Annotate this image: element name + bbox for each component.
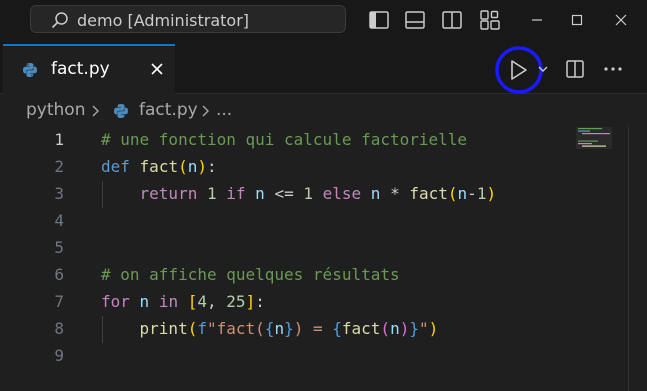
breadcrumb: python fact.py ...: [0, 95, 647, 127]
close-icon[interactable]: [609, 8, 633, 32]
run-python-file-icon: [511, 60, 527, 80]
bracket: ): [197, 157, 207, 176]
keyword: for: [101, 292, 130, 311]
chevron-down-icon[interactable]: [536, 58, 550, 80]
parameter: n: [187, 157, 198, 176]
line-number: 4: [54, 211, 64, 230]
bracket: (: [447, 184, 458, 203]
vertical-scrollbar[interactable]: [628, 127, 629, 391]
variable: n: [390, 319, 400, 338]
line-number: 6: [54, 265, 64, 284]
string-prefix: f: [197, 319, 207, 338]
customize-layout-icon[interactable]: [479, 9, 501, 31]
string: ": [206, 319, 217, 338]
function-call: print: [139, 319, 188, 338]
line-number: 3: [54, 184, 64, 203]
split-editor-icon[interactable]: [564, 58, 586, 80]
punctuation: ,: [207, 292, 217, 311]
brace: {: [332, 319, 342, 338]
toggle-primary-sidebar-icon[interactable]: [368, 9, 390, 31]
line-number: 1: [54, 130, 64, 149]
close-tab-icon[interactable]: [148, 60, 166, 78]
line-number: 8: [54, 319, 64, 338]
variable: n: [274, 319, 285, 338]
code-line: # on affiche quelques résultats: [101, 265, 400, 284]
line-number: 5: [54, 238, 64, 257]
operator: *: [390, 184, 400, 203]
bracket: [: [187, 292, 198, 311]
punctuation: :: [255, 292, 265, 311]
function-call: fact: [341, 319, 381, 338]
keyword: if: [226, 184, 246, 203]
title-bar: demo [Administrator]: [0, 0, 647, 40]
code-editor[interactable]: 1 2 3 4 5 6 7 8 9 # une fonction qui cal…: [0, 127, 647, 391]
brace: {: [264, 319, 275, 338]
comment: # une fonction qui calcule factorielle: [101, 130, 468, 149]
bracket: (: [380, 319, 391, 338]
variable: n: [255, 184, 265, 203]
keyword: else: [322, 184, 362, 203]
breadcrumb-folder[interactable]: python: [26, 100, 85, 120]
brace: }: [409, 319, 419, 338]
brace: }: [284, 319, 294, 338]
breadcrumb-symbol[interactable]: ...: [216, 100, 232, 120]
code-line: print(f"fact({n}) = {fact(n)}"): [101, 319, 439, 338]
chevron-right-icon: [202, 105, 209, 117]
tab-fact-py[interactable]: fact.py: [3, 44, 175, 94]
bracket: (: [178, 157, 188, 176]
line-number: 7: [54, 292, 64, 311]
bracket: ): [399, 319, 410, 338]
maximize-icon[interactable]: [565, 8, 589, 32]
line-number: 2: [54, 157, 64, 176]
chevron-right-icon: [92, 105, 99, 117]
code-line: return 1 if n <= 1 else n * fact(n-1): [101, 184, 497, 203]
keyword: return: [139, 184, 198, 203]
bracket: ): [486, 184, 497, 203]
function-name: fact: [139, 157, 179, 176]
operator: -: [467, 184, 477, 203]
toggle-secondary-sidebar-icon[interactable]: [441, 9, 463, 31]
variable: n: [139, 292, 150, 311]
bracket: ): [428, 319, 439, 338]
string: ": [418, 319, 429, 338]
number: 1: [476, 184, 487, 203]
breadcrumb-file[interactable]: fact.py: [139, 100, 198, 120]
variable: n: [457, 184, 468, 203]
tab-label: fact.py: [51, 59, 110, 79]
toggle-panel-icon[interactable]: [404, 9, 426, 31]
string: ) =: [293, 319, 333, 338]
comment: # on affiche quelques résultats: [101, 265, 400, 284]
bracket: ]: [245, 292, 256, 311]
number: 25: [226, 292, 246, 311]
keyword: in: [158, 292, 179, 311]
python-icon: [114, 104, 128, 118]
number: 1: [303, 184, 313, 203]
bracket: (: [187, 319, 198, 338]
code-line: def fact(n):: [101, 157, 217, 176]
string: fact(: [216, 319, 265, 338]
number: 4: [197, 292, 208, 311]
python-icon: [23, 63, 37, 77]
line-number: 9: [54, 346, 64, 365]
operator: <=: [274, 184, 294, 203]
code-line: # une fonction qui calcule factorielle: [101, 130, 467, 149]
command-center-search[interactable]: demo [Administrator]: [30, 5, 346, 33]
function-call: fact: [409, 184, 448, 203]
minimize-icon[interactable]: [525, 8, 549, 32]
highlight-circle: [495, 46, 543, 94]
code-line: for n in [4, 25]:: [101, 292, 265, 311]
keyword: def: [101, 157, 130, 176]
search-label: demo [Administrator]: [77, 11, 250, 30]
search-icon: [51, 12, 68, 29]
punctuation: :: [207, 157, 217, 176]
number: 1: [206, 184, 217, 203]
variable: n: [370, 184, 381, 203]
minimap[interactable]: [574, 127, 614, 391]
more-actions-icon[interactable]: [602, 58, 624, 80]
